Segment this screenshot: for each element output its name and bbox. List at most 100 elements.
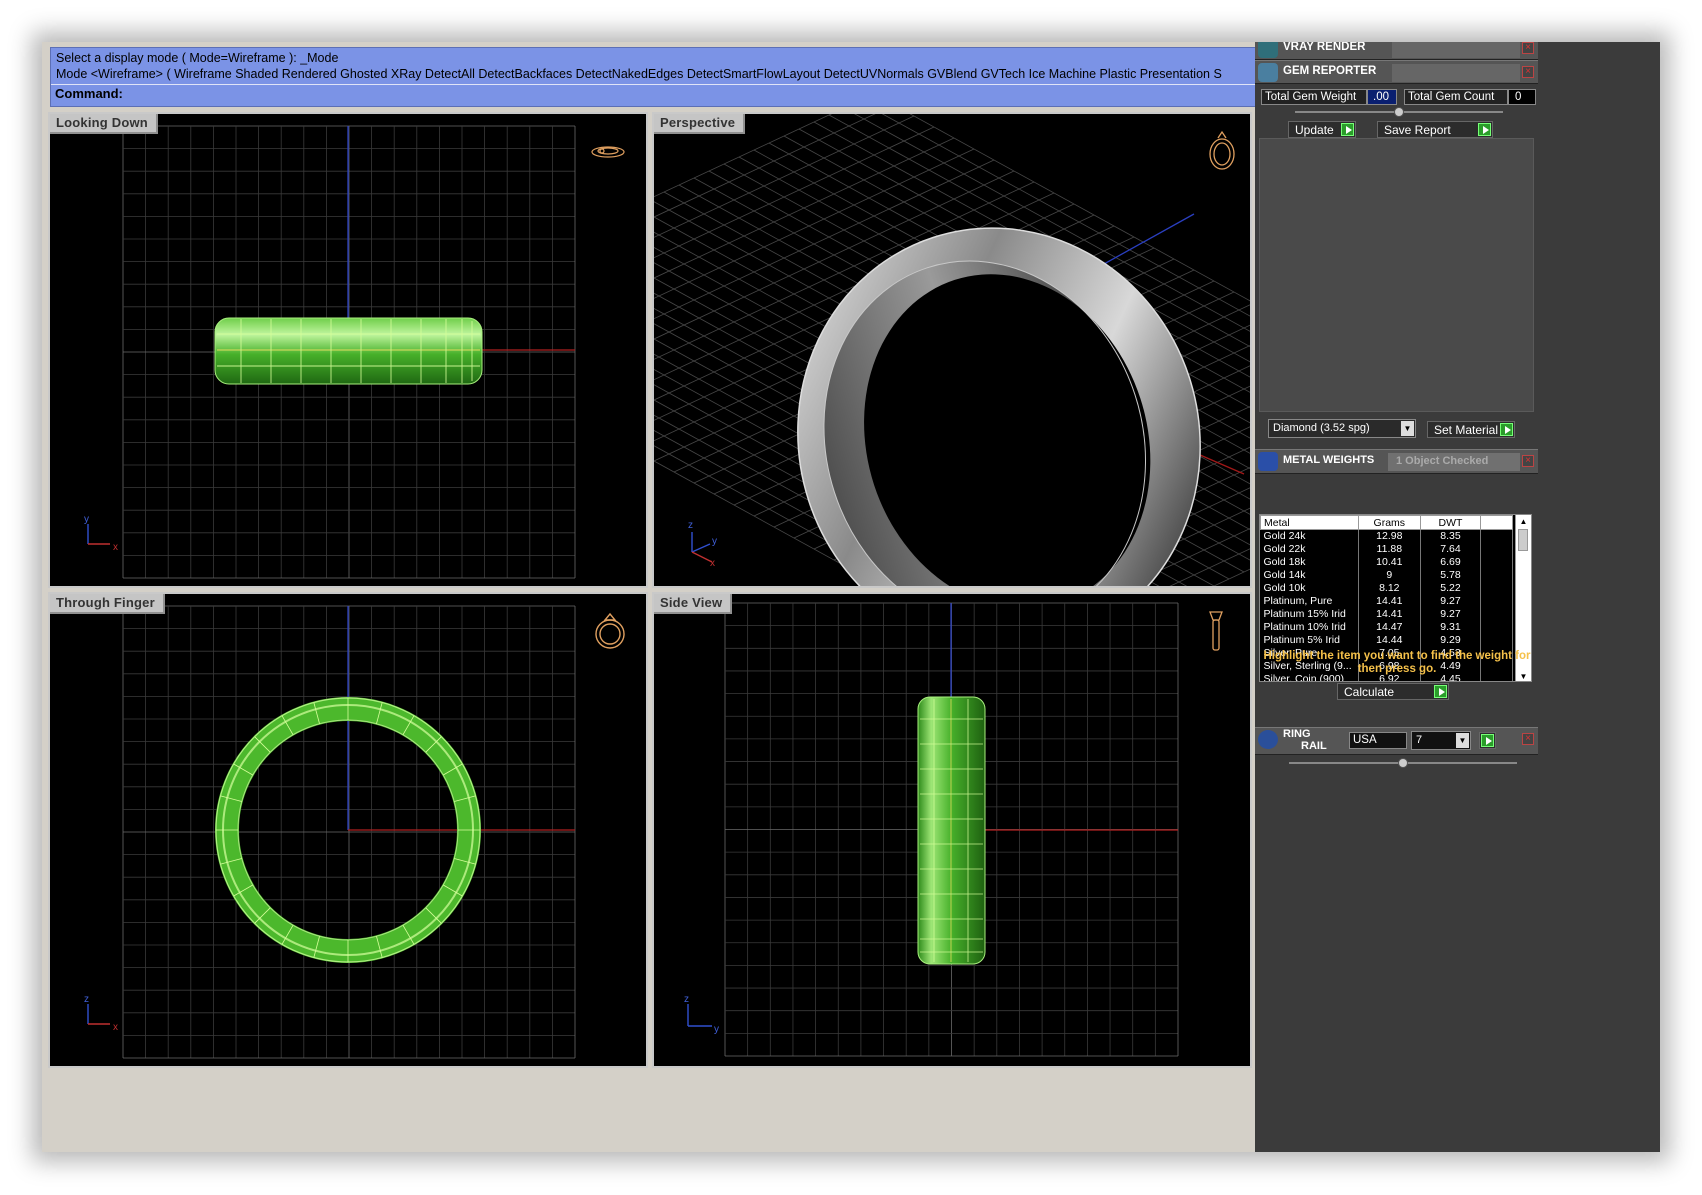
vray-header-bar [1392,42,1520,58]
vray-close-icon[interactable]: × [1522,42,1534,54]
gem-slider-knob[interactable] [1394,107,1404,117]
metal-name-cell: Gold 22k [1260,543,1359,556]
update-button[interactable]: Update [1288,121,1356,138]
metal-weights-hint: Highlight the item you want to find the … [1263,650,1531,675]
ring-title-line1: RING [1283,728,1311,740]
command-prompt[interactable]: Command: [55,86,123,101]
column-blank [1480,515,1513,530]
ring-rail-go-icon [1481,734,1494,747]
table-row[interactable]: Platinum 10% Irid 14.47 9.31 [1260,621,1513,634]
command-separator [51,84,1389,85]
material-dropdown[interactable]: Diamond (3.52 spg) ▼ [1268,419,1416,438]
gem-reporter-icon [1258,63,1278,82]
chevron-down-icon: ▼ [1401,421,1414,436]
table-row[interactable]: Gold 24k 12.98 8.35 [1260,529,1513,543]
viewport-title[interactable]: Side View [654,594,733,614]
column-grams[interactable]: Grams [1357,515,1421,530]
gem-list-area[interactable] [1259,138,1534,412]
table-row[interactable]: Platinum 15% Irid 14.41 9.27 [1260,608,1513,621]
side-view-canvas: z y [684,602,1223,1057]
scroll-up-icon[interactable]: ▲ [1516,515,1531,528]
metal-name-cell: Platinum 15% Irid [1260,608,1359,621]
viewport-perspective[interactable]: z y x Perspective [652,112,1252,588]
looking-down-canvas: y x [84,125,625,579]
table-row[interactable]: Gold 22k 11.88 7.64 [1260,543,1513,556]
grams-cell: 12.98 [1358,529,1421,543]
axis-x-label: x [710,558,715,569]
table-row[interactable]: Gold 14k 9 5.78 [1260,569,1513,582]
viewport-looking-down[interactable]: y x Looking Down [48,112,648,588]
blank-cell [1480,569,1513,582]
metal-name-cell: Gold 24k [1260,529,1359,543]
ring-size-value: 7 [1416,734,1423,746]
grams-cell: 14.41 [1358,608,1421,621]
save-report-button[interactable]: Save Report [1377,121,1493,138]
table-row[interactable]: Platinum 5% Irid 14.44 9.29 [1260,634,1513,647]
grams-cell: 14.41 [1358,595,1421,608]
metal-name-cell: Gold 14k [1260,569,1359,582]
scroll-thumb[interactable] [1518,529,1528,551]
set-material-label: Set Material [1434,423,1499,437]
calculate-go-icon [1434,685,1447,698]
ring-rail-slider[interactable] [1289,758,1517,768]
ring-perspective-icon[interactable] [1209,130,1235,170]
vray-render-header[interactable]: VRAY RENDER × [1255,42,1538,60]
blank-cell [1480,595,1513,608]
viewport-through-finger[interactable]: z x Through Finger [48,592,648,1068]
axis-indicator [87,524,110,545]
dwt-cell: 9.27 [1420,595,1482,608]
ring-rail-go-button[interactable] [1479,732,1496,749]
blank-cell [1480,582,1513,595]
metal-name-cell: Platinum, Pure [1260,595,1359,608]
gem-reporter-header[interactable]: GEM REPORTER × [1255,60,1538,84]
ring-front-icon[interactable] [595,612,625,649]
viewport-side-view[interactable]: z y Side View [652,592,1252,1068]
dwt-cell: 9.29 [1420,634,1482,647]
axis-z-label: z [688,520,693,531]
vray-title: VRAY RENDER [1283,42,1366,53]
viewport-title[interactable]: Through Finger [50,594,165,614]
metal-weights-icon [1258,452,1278,471]
gem-header-bar [1392,64,1520,82]
ring-perspective-shape [797,227,1201,586]
calculate-button[interactable]: Calculate [1337,683,1449,700]
viewport-title[interactable]: Perspective [654,114,746,134]
grams-cell: 14.44 [1358,634,1421,647]
gem-reporter-title: GEM REPORTER [1283,65,1377,77]
gem-reporter-close-icon[interactable]: × [1522,66,1534,78]
metal-weights-header[interactable]: METAL WEIGHTS 1 Object Checked × [1255,449,1538,474]
ring-side-icon[interactable] [1209,611,1223,651]
viewport-title[interactable]: Looking Down [50,114,158,134]
vray-icon [1258,42,1278,58]
axis-y-label: y [84,514,89,525]
dwt-cell: 9.31 [1420,621,1482,634]
ring-rail-header[interactable]: RING RAIL USA 7 ▼ × [1255,727,1538,755]
command-options-line[interactable]: Mode <Wireframe> ( Wireframe Shaded Rend… [56,67,1331,81]
table-row[interactable]: Gold 18k 10.41 6.69 [1260,556,1513,569]
ring-rail-title: RING RAIL [1283,728,1327,752]
chevron-down-icon: ▼ [1456,733,1469,748]
column-dwt[interactable]: DWT [1419,515,1482,530]
ring-top-icon[interactable] [591,146,625,158]
grams-cell: 11.88 [1358,543,1421,556]
blank-cell [1480,529,1513,543]
table-row[interactable]: Gold 10k 8.12 5.22 [1260,582,1513,595]
ring-side-shape [917,696,986,965]
gem-slider[interactable] [1295,107,1503,117]
metal-name-cell: Platinum 5% Irid [1260,634,1359,647]
table-row[interactable]: Platinum, Pure 14.41 9.27 [1260,595,1513,608]
ring-country-field[interactable]: USA [1349,732,1407,749]
ring-size-dropdown[interactable]: 7 ▼ [1411,731,1471,750]
ring-rail-close-icon[interactable]: × [1522,733,1534,745]
ring-rail-icon [1258,730,1278,749]
column-metal[interactable]: Metal [1260,515,1359,530]
blank-cell [1480,621,1513,634]
ring-rail-slider-knob[interactable] [1398,758,1408,768]
axis-y-label: y [712,536,717,547]
axis-y-label: y [714,1024,719,1035]
axis-indicator [687,1004,712,1027]
plugin-panel: VRAY RENDER × GEM REPORTER × Total Gem W… [1255,42,1660,1152]
metal-weights-title: METAL WEIGHTS [1283,454,1375,466]
metal-weights-close-icon[interactable]: × [1522,455,1534,467]
set-material-button[interactable]: Set Material [1427,421,1515,438]
